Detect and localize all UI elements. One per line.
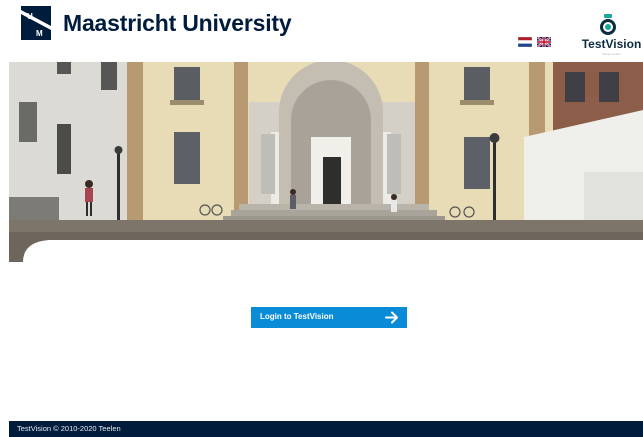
logo-letter-m: M: [36, 29, 43, 38]
university-name: Maastricht University: [63, 10, 292, 36]
header: U M Maastricht University TestVision Sma…: [0, 0, 643, 62]
arrow-right-icon: [385, 311, 398, 324]
login-button[interactable]: Login to TestVision: [251, 307, 407, 328]
logo-letter-u: U: [27, 12, 33, 21]
testvision-mark-icon: [600, 14, 616, 35]
um-logo-icon: U M: [21, 6, 51, 40]
footer: TestVision © 2010-2020 Teelen: [9, 421, 643, 437]
building-photo: [9, 62, 643, 262]
nl-flag-icon[interactable]: [518, 37, 532, 47]
login-button-label: Login to TestVision: [260, 312, 334, 321]
gb-flag-icon[interactable]: [537, 37, 551, 47]
page: U M Maastricht University TestVision Sma…: [0, 0, 643, 437]
hero-image: [9, 62, 643, 262]
testvision-brand: TestVision: [581, 37, 642, 51]
footer-copyright: TestVision © 2010-2020 Teelen: [17, 424, 121, 433]
testvision-logo: TestVision Smart exam: [580, 14, 643, 58]
testvision-tagline: Smart exam: [602, 52, 621, 56]
